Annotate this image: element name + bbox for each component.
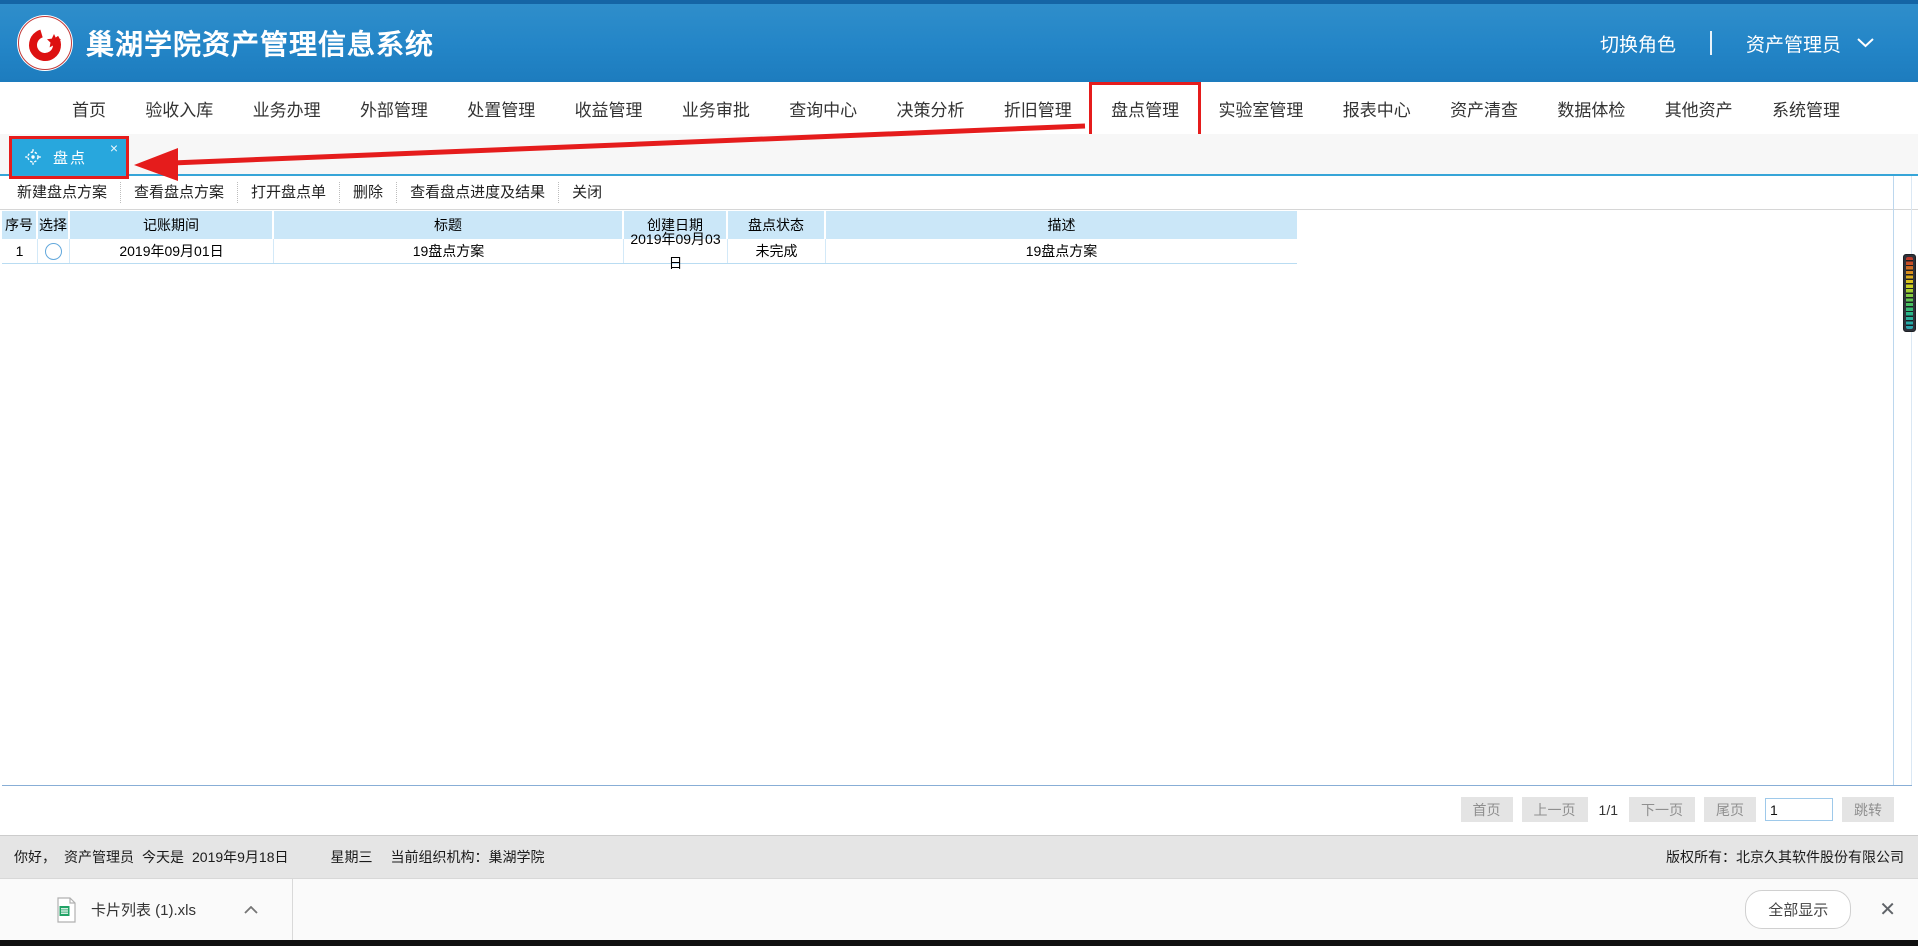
delete-button[interactable]: 删除 (340, 182, 397, 203)
show-all-downloads-button[interactable]: 全部显示 (1745, 890, 1851, 929)
chevron-up-icon[interactable] (244, 906, 258, 914)
header-divider (1710, 31, 1712, 55)
column-header-select: 选择 (38, 211, 70, 239)
scroll-indicator-widget[interactable] (1903, 254, 1916, 332)
nav-item-depreciation[interactable]: 折旧管理 (1004, 96, 1072, 121)
nav-item-disposal[interactable]: 处置管理 (467, 96, 535, 121)
nav-item-inventory-label: 盘点管理 (1111, 101, 1179, 120)
tab-inventory-label: 盘点 (53, 147, 87, 168)
panel-inner-border (1893, 176, 1894, 785)
nav-item-other-assets[interactable]: 其他资产 (1665, 96, 1733, 121)
nav-item-reports[interactable]: 报表中心 (1343, 96, 1411, 121)
view-progress-results-button[interactable]: 查看盘点进度及结果 (397, 182, 559, 203)
tab-strip (0, 134, 1918, 176)
nav-item-system[interactable]: 系统管理 (1772, 96, 1840, 121)
header-user-area: 切换角色 资产管理员 (1600, 30, 1918, 57)
inventory-toolbar: 新建盘点方案 查看盘点方案 打开盘点单 删除 查看盘点进度及结果 关闭 (0, 176, 1918, 210)
switch-role-button[interactable]: 切换角色 (1600, 30, 1676, 57)
status-bar: 你好， 资产管理员 今天是 2019年9月18日 星期三 当前组织机构：巢湖学院… (0, 835, 1918, 878)
page-jump-input[interactable] (1765, 798, 1833, 821)
copyright-text: 版权所有：北京久其软件股份有限公司 (1666, 847, 1904, 867)
column-header-accounting-period: 记账期间 (70, 211, 274, 239)
nav-item-external[interactable]: 外部管理 (360, 96, 428, 121)
inventory-plan-table: 序号 选择 记账期间 标题 创建日期 盘点状态 描述 1 2019年09月01日… (2, 211, 1297, 264)
row-radio-button[interactable] (45, 243, 62, 260)
chevron-down-icon (1857, 38, 1874, 48)
new-inventory-plan-button[interactable]: 新建盘点方案 (4, 182, 121, 203)
bottom-edge-strip (0, 940, 1918, 946)
nav-item-inventory[interactable]: 盘点管理 (1111, 96, 1179, 121)
close-downloads-icon[interactable]: ✕ (1879, 897, 1896, 922)
main-nav: 首页 验收入库 业务办理 外部管理 处置管理 收益管理 业务审批 查询中心 决策… (0, 82, 1918, 134)
row-created-date: 2019年09月03日 (624, 239, 728, 263)
first-page-button[interactable]: 首页 (1461, 797, 1513, 822)
download-filename: 卡片列表 (1).xls (91, 899, 196, 920)
column-header-description: 描述 (826, 211, 1297, 239)
scroll-indicator-stripes (1906, 257, 1913, 329)
nav-item-business[interactable]: 业务办理 (253, 96, 321, 121)
status-role: 资产管理员 (64, 847, 134, 867)
nav-item-query[interactable]: 查询中心 (789, 96, 857, 121)
row-select-cell (38, 239, 70, 263)
row-status: 未完成 (728, 239, 826, 263)
column-header-status: 盘点状态 (728, 211, 826, 239)
row-seq: 1 (2, 239, 38, 263)
target-icon (25, 149, 41, 165)
page-info: 1/1 (1599, 802, 1618, 818)
nav-item-approval[interactable]: 业务审批 (682, 96, 750, 121)
current-role-label: 资产管理员 (1746, 30, 1841, 57)
tab-close-icon[interactable]: × (110, 140, 118, 156)
page-title: 巢湖学院资产管理信息系统 (86, 23, 434, 63)
row-description: 19盘点方案 (826, 239, 1297, 263)
nav-item-revenue[interactable]: 收益管理 (575, 96, 643, 121)
row-title: 19盘点方案 (274, 239, 624, 263)
row-accounting-period: 2019年09月01日 (70, 239, 274, 263)
nav-item-lab[interactable]: 实验室管理 (1218, 96, 1303, 121)
close-button[interactable]: 关闭 (559, 182, 615, 203)
status-date: 2019年9月18日 (192, 847, 289, 867)
nav-item-home[interactable]: 首页 (72, 96, 106, 121)
jump-button[interactable]: 跳转 (1842, 797, 1894, 822)
app-window: 巢湖学院资产管理信息系统 切换角色 资产管理员 首页 验收入库 业务办理 外部管… (0, 0, 1918, 946)
nav-item-acceptance[interactable]: 验收入库 (145, 96, 213, 121)
current-role-dropdown[interactable]: 资产管理员 (1746, 30, 1874, 57)
next-page-button[interactable]: 下一页 (1629, 797, 1695, 822)
pagination-bar: 首页 上一页 1/1 下一页 尾页 跳转 (0, 786, 1918, 833)
column-header-title: 标题 (274, 211, 624, 239)
table-row[interactable]: 1 2019年09月01日 19盘点方案 2019年09月03日 未完成 19盘… (2, 239, 1297, 264)
tab-inventory[interactable]: 盘点 × (12, 139, 126, 175)
column-header-seq: 序号 (2, 211, 38, 239)
nav-item-analysis[interactable]: 决策分析 (897, 96, 965, 121)
status-today-label: 今天是 (142, 847, 184, 867)
status-weekday: 星期三 (331, 847, 373, 867)
open-inventory-sheet-button[interactable]: 打开盘点单 (238, 182, 340, 203)
prev-page-button[interactable]: 上一页 (1522, 797, 1588, 822)
download-shelf: 卡片列表 (1).xls 全部显示 ✕ (0, 878, 1918, 940)
download-item[interactable]: 卡片列表 (1).xls (0, 879, 293, 940)
download-shelf-actions: 全部显示 ✕ (1745, 890, 1918, 929)
last-page-button[interactable]: 尾页 (1704, 797, 1756, 822)
app-header: 巢湖学院资产管理信息系统 切换角色 资产管理员 (0, 0, 1918, 82)
university-logo-icon (16, 14, 74, 72)
status-greeting: 你好， (14, 847, 56, 867)
nav-item-data-check[interactable]: 数据体检 (1557, 96, 1625, 121)
view-inventory-plan-button[interactable]: 查看盘点方案 (121, 182, 238, 203)
status-organization: 当前组织机构：巢湖学院 (391, 847, 545, 867)
excel-file-icon (56, 897, 77, 923)
nav-item-asset-check[interactable]: 资产清查 (1450, 96, 1518, 121)
